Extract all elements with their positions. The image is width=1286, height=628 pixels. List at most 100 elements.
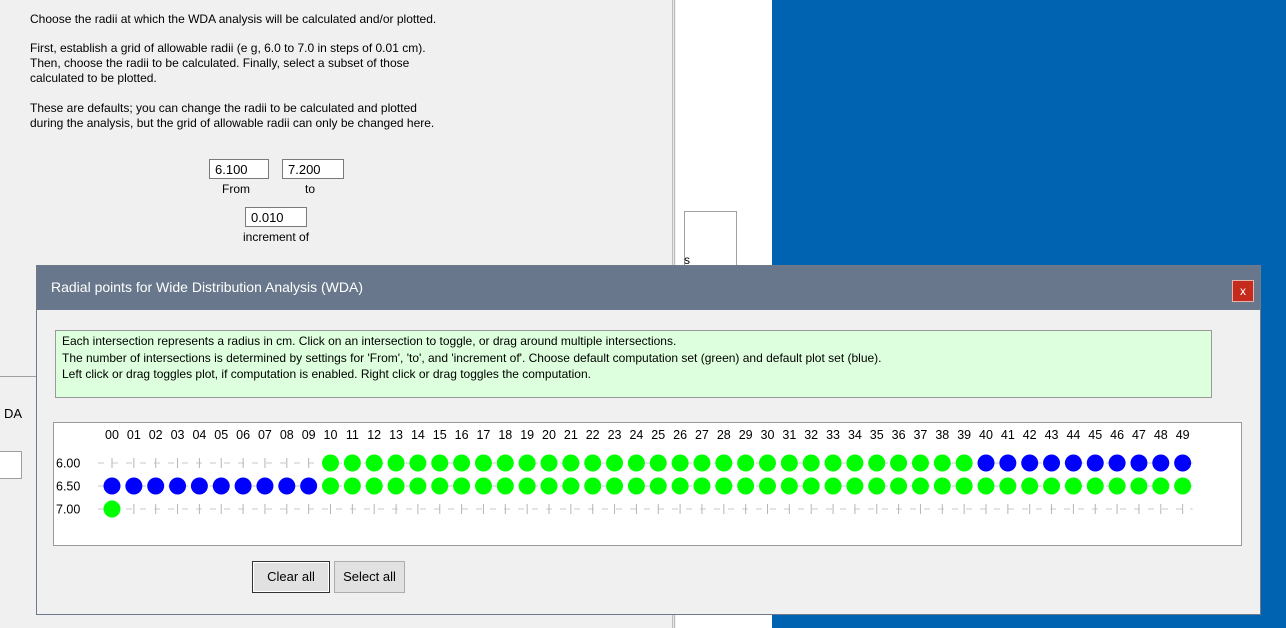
computation-point[interactable]	[496, 454, 514, 472]
plot-point[interactable]	[169, 477, 187, 495]
plot-point[interactable]	[278, 477, 296, 495]
computation-point[interactable]	[562, 454, 580, 472]
computation-point[interactable]	[1086, 477, 1104, 495]
computation-point[interactable]	[715, 454, 733, 472]
plot-point[interactable]	[1108, 454, 1126, 472]
computation-point[interactable]	[453, 454, 471, 472]
plot-point[interactable]	[234, 477, 252, 495]
computation-point[interactable]	[409, 454, 427, 472]
computation-point[interactable]	[387, 477, 405, 495]
plot-point[interactable]	[256, 477, 274, 495]
computation-point[interactable]	[715, 477, 733, 495]
computation-point[interactable]	[999, 477, 1017, 495]
computation-point[interactable]	[759, 477, 776, 495]
computation-point[interactable]	[1174, 477, 1192, 495]
computation-point[interactable]	[540, 477, 558, 495]
computation-point[interactable]	[562, 477, 580, 495]
plot-point[interactable]	[1086, 454, 1104, 472]
computation-point[interactable]	[759, 454, 776, 472]
computation-point[interactable]	[1064, 477, 1082, 495]
from-radius-field[interactable]: 6.100	[209, 159, 269, 179]
computation-point[interactable]	[409, 477, 427, 495]
plot-point[interactable]	[103, 477, 121, 495]
computation-point[interactable]	[322, 477, 339, 495]
computation-point[interactable]	[584, 477, 602, 495]
left-stub-field[interactable]	[0, 451, 22, 479]
plot-point[interactable]	[999, 454, 1017, 472]
increment-field[interactable]: 0.010	[245, 207, 307, 227]
computation-point[interactable]	[606, 454, 624, 472]
computation-point[interactable]	[103, 500, 121, 518]
computation-point[interactable]	[431, 477, 449, 495]
plot-point[interactable]	[1130, 454, 1148, 472]
plot-point[interactable]	[147, 477, 165, 495]
computation-point[interactable]	[518, 454, 536, 472]
computation-point[interactable]	[649, 454, 667, 472]
computation-point[interactable]	[1152, 477, 1170, 495]
computation-point[interactable]	[474, 454, 492, 472]
computation-point[interactable]	[627, 477, 645, 495]
computation-point[interactable]	[824, 454, 842, 472]
computation-point[interactable]	[322, 454, 339, 472]
computation-point[interactable]	[693, 477, 711, 495]
to-radius-field[interactable]: 7.200	[282, 159, 344, 179]
plot-point[interactable]	[1152, 454, 1170, 472]
computation-point[interactable]	[693, 454, 711, 472]
computation-point[interactable]	[343, 477, 361, 495]
computation-point[interactable]	[868, 477, 886, 495]
computation-point[interactable]	[343, 454, 361, 472]
plot-point[interactable]	[212, 477, 230, 495]
plot-point[interactable]	[977, 454, 995, 472]
computation-point[interactable]	[1108, 477, 1126, 495]
computation-point[interactable]	[933, 477, 951, 495]
plot-point[interactable]	[1064, 454, 1082, 472]
computation-point[interactable]	[671, 454, 689, 472]
computation-point[interactable]	[387, 454, 405, 472]
plot-point[interactable]	[1174, 454, 1192, 472]
dialog-titlebar[interactable]: Radial points for Wide Distribution Anal…	[37, 266, 1260, 310]
select-all-button[interactable]: Select all	[334, 561, 405, 593]
computation-point[interactable]	[933, 454, 951, 472]
close-button[interactable]: x	[1232, 280, 1254, 302]
computation-point[interactable]	[453, 477, 471, 495]
computation-point[interactable]	[780, 454, 798, 472]
computation-point[interactable]	[802, 477, 820, 495]
computation-point[interactable]	[474, 477, 492, 495]
plot-point[interactable]	[1021, 454, 1039, 472]
computation-point[interactable]	[606, 477, 624, 495]
computation-point[interactable]	[955, 454, 973, 472]
plot-point[interactable]	[190, 477, 208, 495]
computation-point[interactable]	[977, 477, 995, 495]
computation-point[interactable]	[518, 477, 536, 495]
computation-point[interactable]	[890, 454, 908, 472]
computation-point[interactable]	[584, 454, 602, 472]
computation-point[interactable]	[365, 454, 383, 472]
computation-point[interactable]	[737, 477, 755, 495]
computation-point[interactable]	[824, 477, 842, 495]
computation-point[interactable]	[431, 454, 449, 472]
plot-point[interactable]	[300, 477, 318, 495]
plot-point[interactable]	[1043, 454, 1061, 472]
computation-point[interactable]	[890, 477, 908, 495]
computation-point[interactable]	[846, 454, 864, 472]
computation-point[interactable]	[540, 454, 558, 472]
computation-point[interactable]	[911, 454, 929, 472]
computation-point[interactable]	[911, 477, 929, 495]
computation-point[interactable]	[737, 454, 755, 472]
computation-point[interactable]	[671, 477, 689, 495]
computation-point[interactable]	[627, 454, 645, 472]
computation-point[interactable]	[1021, 477, 1039, 495]
computation-point[interactable]	[649, 477, 667, 495]
computation-point[interactable]	[365, 477, 383, 495]
clear-all-button[interactable]: Clear all	[252, 561, 330, 593]
computation-point[interactable]	[496, 477, 514, 495]
radius-grid[interactable]: 00 01 02 03 04 05 06 07 08 09 10 11 12 13 14 15 16 17 18 19…	[54, 423, 1241, 545]
computation-point[interactable]	[802, 454, 820, 472]
computation-point[interactable]	[780, 477, 798, 495]
computation-point[interactable]	[846, 477, 864, 495]
plot-point[interactable]	[125, 477, 143, 495]
computation-point[interactable]	[955, 477, 973, 495]
computation-point[interactable]	[1130, 477, 1148, 495]
computation-point[interactable]	[1043, 477, 1061, 495]
computation-point[interactable]	[868, 454, 886, 472]
